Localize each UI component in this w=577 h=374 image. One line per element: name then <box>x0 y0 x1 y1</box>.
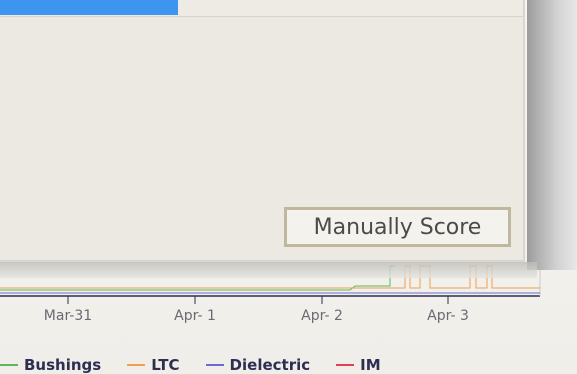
scoring-dialog: Manually Score <box>0 0 525 262</box>
legend-swatch-dielectric <box>205 364 224 366</box>
chart-legend: Bushings LTC Dielectric IM <box>0 356 407 374</box>
dialog-shadow-bottom <box>0 262 537 278</box>
manually-score-button[interactable]: Manually Score <box>284 207 511 247</box>
progress-bar-fill <box>0 0 178 15</box>
dialog-shadow-right <box>527 0 577 270</box>
legend-swatch-im <box>336 364 355 366</box>
x-tick-label-1: Apr- 1 <box>174 308 216 324</box>
legend-label-dielectric: Dielectric <box>229 356 311 374</box>
legend-label-im: IM <box>360 356 381 374</box>
legend-label-bushings: Bushings <box>24 356 102 374</box>
x-tick-label-3: Apr- 3 <box>427 308 469 324</box>
legend-item-bushings[interactable]: Bushings <box>0 356 101 374</box>
legend-label-ltc: LTC <box>151 356 180 374</box>
legend-swatch-bushings <box>0 364 18 366</box>
x-tick-label-2: Apr- 2 <box>301 308 343 324</box>
progress-bar <box>0 0 523 17</box>
x-tick-marks <box>67 296 449 304</box>
legend-item-im[interactable]: IM <box>336 356 381 374</box>
legend-item-ltc[interactable]: LTC <box>127 356 180 374</box>
legend-item-dielectric[interactable]: Dielectric <box>205 356 311 374</box>
x-tick-label-0: Mar-31 <box>43 308 93 324</box>
legend-swatch-ltc <box>127 364 146 366</box>
